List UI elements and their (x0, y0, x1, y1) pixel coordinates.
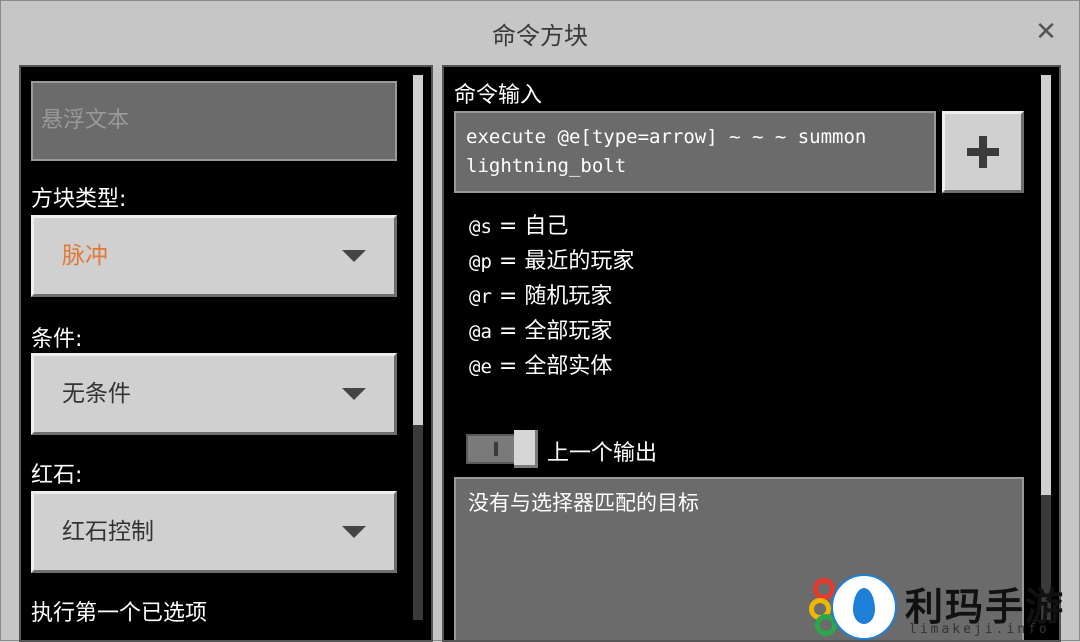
selector-code: @s (469, 216, 492, 238)
drop-logo-icon (831, 574, 897, 640)
selector-equals: = (498, 214, 518, 239)
chevron-down-icon (342, 388, 366, 400)
command-line: lightning_bolt (466, 155, 627, 177)
hover-text-input[interactable]: 悬浮文本 (31, 81, 397, 161)
watermark: 利玛手游 limakeji.info (809, 572, 1080, 642)
selector-equals: = (498, 319, 518, 344)
selector-description: 全部玩家 (524, 319, 613, 344)
selector-description: 全部实体 (524, 354, 613, 379)
chevron-down-icon (342, 250, 366, 262)
left-scrollbar-thumb[interactable] (413, 75, 423, 425)
settings-panel: 悬浮文本 方块类型: 脉冲 条件: 无条件 红石: 红石控制 执行第一个已选项 (19, 65, 433, 642)
execute-first-label: 执行第一个已选项 (31, 601, 208, 626)
command-input[interactable]: execute @e[type=arrow] ~ ~ ~ summon ligh… (454, 111, 936, 193)
selector-equals: = (498, 249, 518, 274)
selector-equals: = (498, 284, 518, 309)
condition-dropdown[interactable]: 无条件 (31, 353, 397, 435)
redstone-label: 红石: (31, 463, 83, 488)
left-scrollbar[interactable] (413, 75, 423, 620)
toggle-knob[interactable] (514, 430, 538, 468)
selector-equals: = (498, 354, 518, 379)
block-type-label: 方块类型: (31, 187, 127, 212)
selector-description: 最近的玩家 (524, 249, 635, 274)
watermark-url: limakeji.info (909, 622, 1050, 637)
right-scrollbar-thumb[interactable] (1041, 75, 1051, 495)
add-command-button[interactable] (942, 111, 1024, 193)
selector-item: @s = 自己 (469, 209, 634, 244)
selector-code: @a (469, 321, 492, 343)
redstone-value: 红石控制 (62, 519, 154, 545)
condition-value: 无条件 (62, 381, 131, 407)
command-line: execute @e[type=arrow] ~ ~ ~ summon (466, 126, 867, 148)
selector-code: @p (469, 251, 492, 273)
selector-code: @e (469, 356, 492, 378)
selector-list: @s = 自己 @p = 最近的玩家 @r = 随机玩家 @a = 全部玩家 @e = … (469, 209, 634, 384)
selector-description: 随机玩家 (524, 284, 613, 309)
selector-item: @p = 最近的玩家 (469, 244, 634, 279)
selector-code: @r (469, 286, 492, 308)
window-title: 命令方块 (492, 22, 588, 50)
redstone-dropdown[interactable]: 红石控制 (31, 491, 397, 573)
previous-output-toggle[interactable] (466, 430, 538, 468)
selector-item: @a = 全部玩家 (469, 314, 634, 349)
selector-description: 自己 (524, 214, 569, 239)
selector-item: @e = 全部实体 (469, 349, 634, 384)
command-panel: 命令输入 execute @e[type=arrow] ~ ~ ~ summon… (442, 65, 1061, 642)
command-input-label: 命令输入 (454, 83, 543, 108)
close-icon[interactable]: ✕ (1031, 17, 1061, 47)
right-scrollbar[interactable] (1041, 75, 1051, 620)
selector-item: @r = 随机玩家 (469, 279, 634, 314)
condition-label: 条件: (31, 327, 83, 352)
chevron-down-icon (342, 526, 366, 538)
block-type-value: 脉冲 (62, 243, 108, 269)
block-type-dropdown[interactable]: 脉冲 (31, 215, 397, 297)
previous-output-label: 上一个输出 (547, 441, 658, 466)
command-block-window: 命令方块 ✕ 悬浮文本 方块类型: 脉冲 条件: 无条件 红石: 红石控制 执行… (0, 0, 1080, 642)
